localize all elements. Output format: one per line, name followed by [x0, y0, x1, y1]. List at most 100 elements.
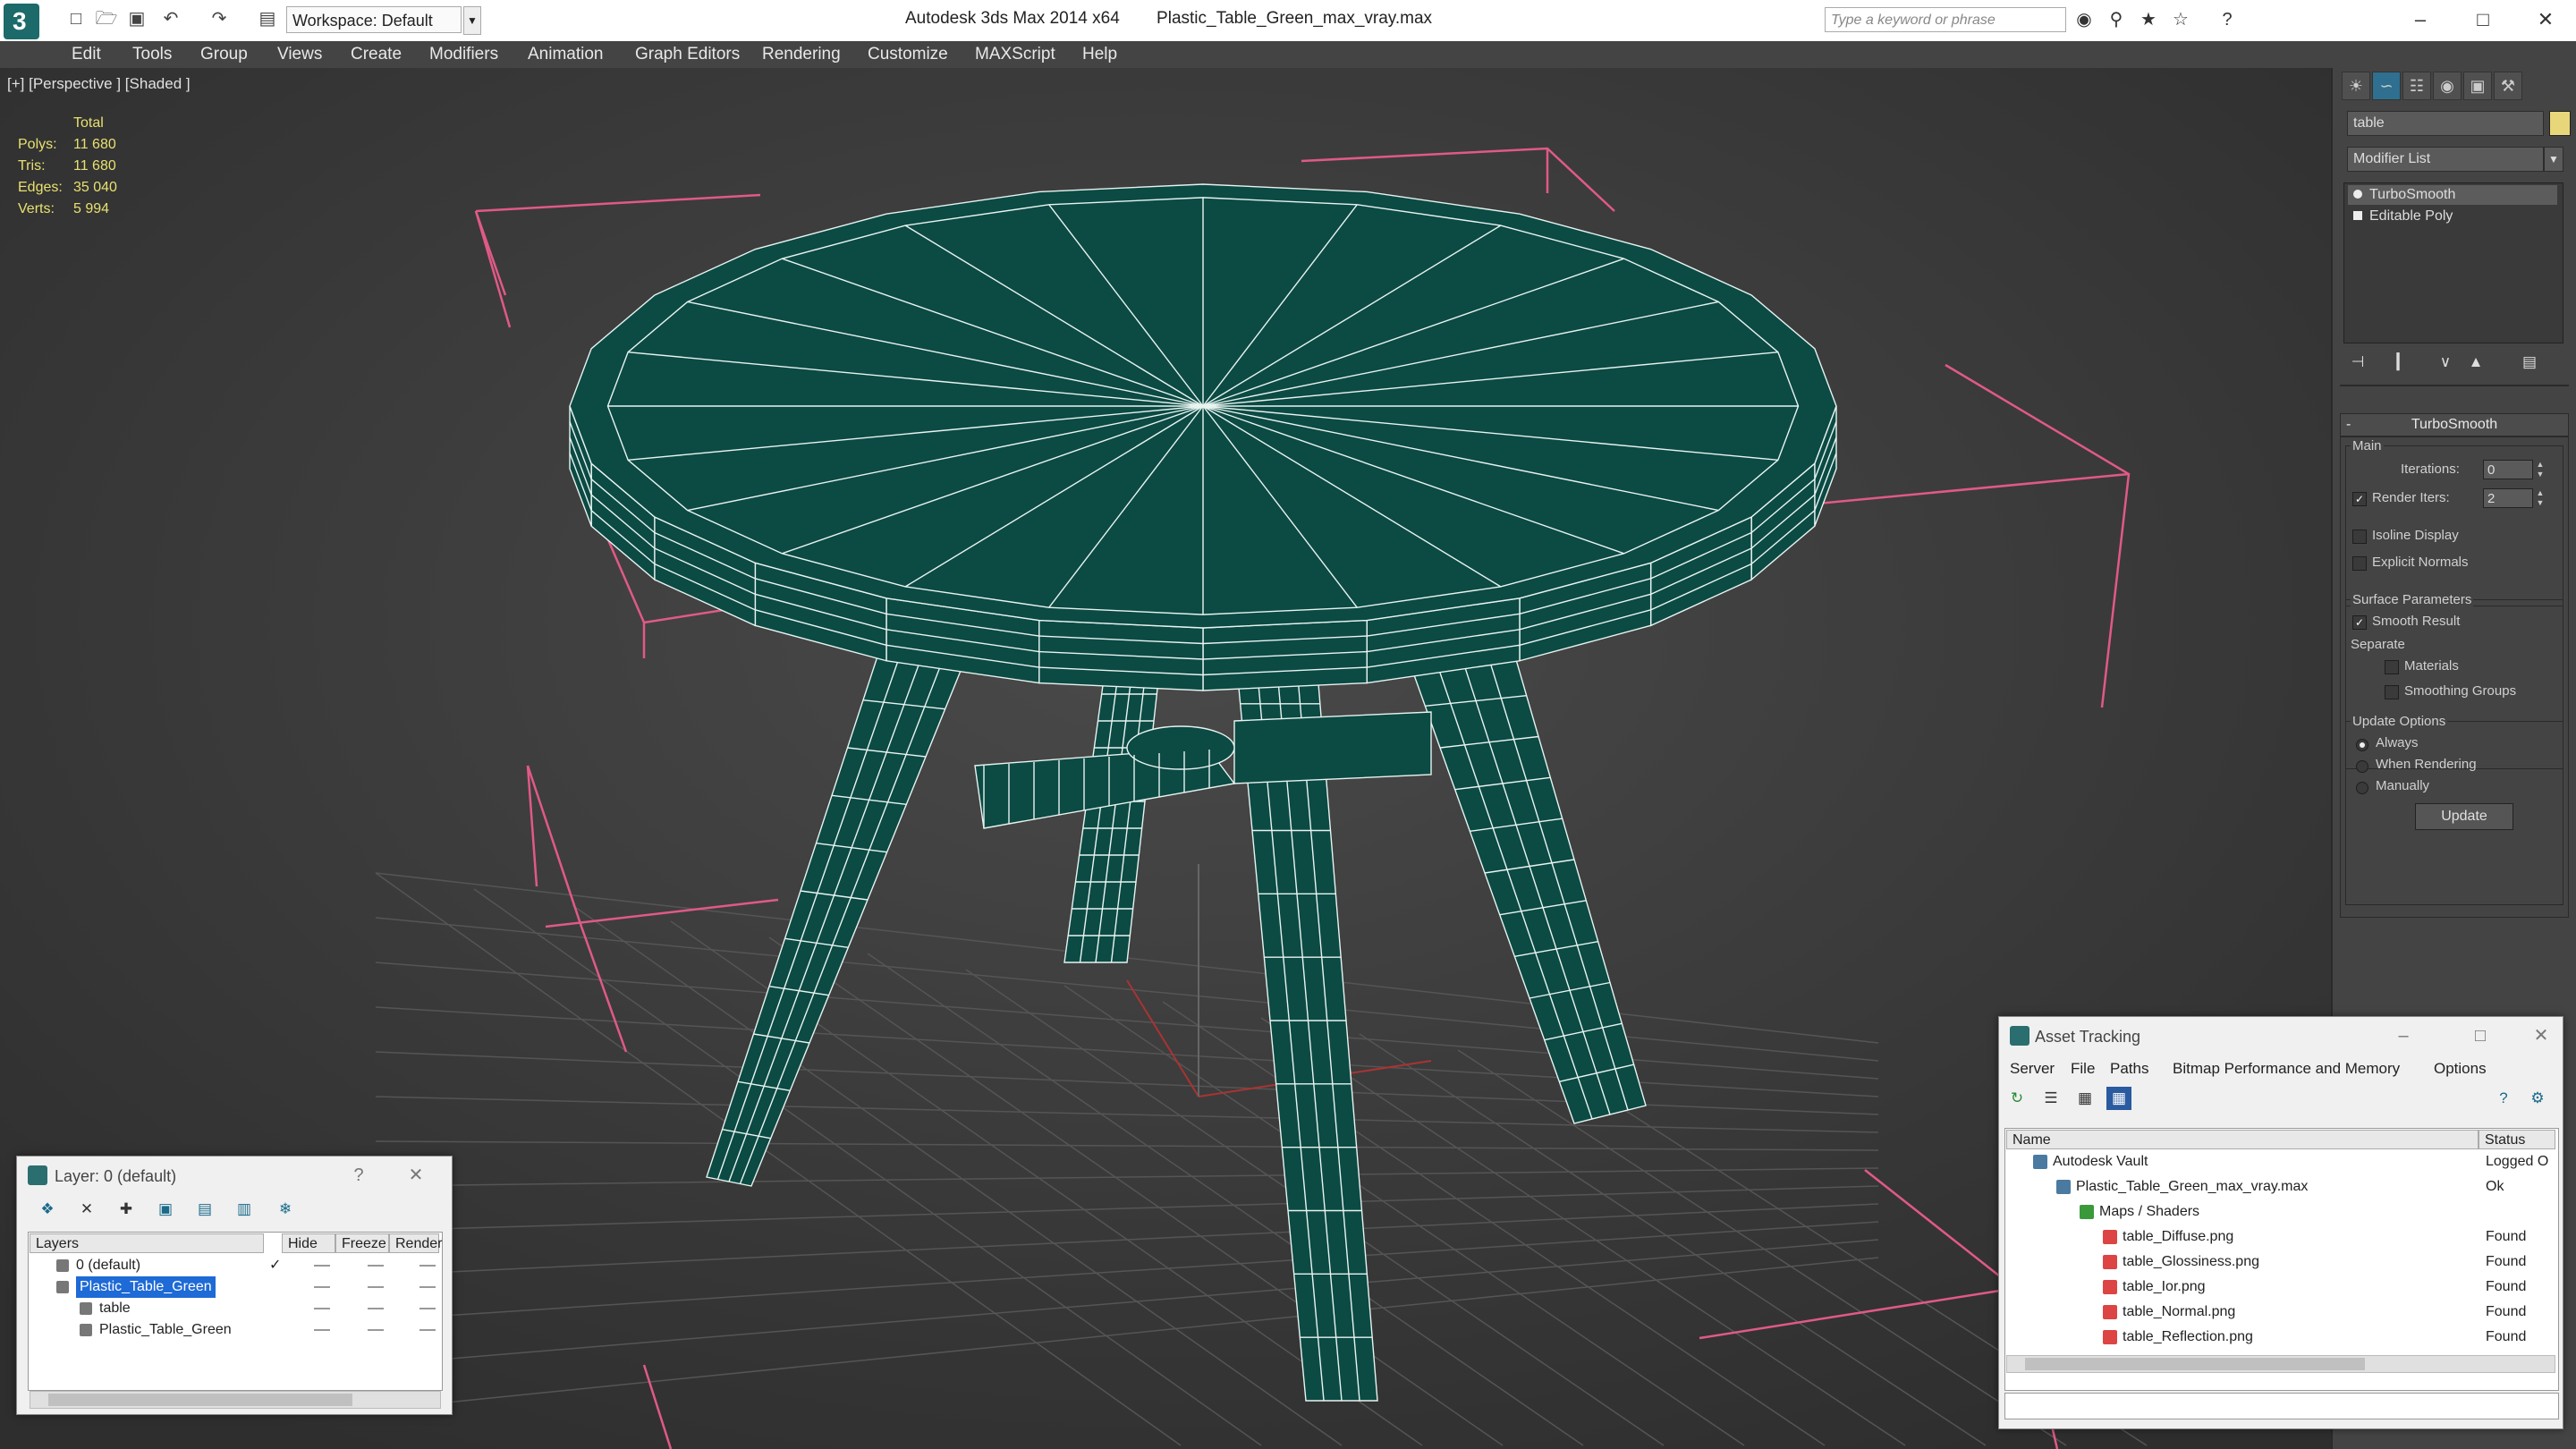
manually-radio[interactable] — [2356, 782, 2368, 794]
help-icon[interactable]: ? — [343, 1162, 375, 1189]
display-tab-icon[interactable]: ▣ — [2463, 72, 2492, 100]
smooth-result-checkbox[interactable]: ✓ — [2352, 615, 2367, 630]
freeze-toggle[interactable] — [368, 1308, 384, 1309]
col-hide[interactable]: Hide — [282, 1233, 335, 1253]
asset-row[interactable]: Maps / Shaders — [2006, 1199, 2555, 1224]
object-name-field[interactable]: table — [2347, 111, 2544, 136]
tree-view-icon[interactable]: ▦ — [2072, 1087, 2097, 1110]
menu-maxscript[interactable]: MAXScript — [975, 45, 1055, 64]
save-icon[interactable]: ▣ — [125, 7, 148, 30]
hide-toggle[interactable] — [314, 1286, 330, 1288]
menu-server[interactable]: Server — [2010, 1060, 2055, 1078]
add-to-layer-icon[interactable]: ✚ — [114, 1198, 139, 1221]
asset-row[interactable]: table_Reflection.png Found — [2006, 1325, 2555, 1350]
bulb-icon[interactable] — [2353, 190, 2362, 199]
close-button[interactable]: ✕ — [2525, 1022, 2557, 1049]
communication-icon[interactable]: ★ — [2136, 7, 2161, 32]
explicit-normals-checkbox[interactable] — [2352, 556, 2367, 571]
modifier-list-arrow-icon[interactable]: ▼ — [2544, 147, 2563, 172]
app-logo-icon[interactable] — [4, 4, 39, 39]
menu-file[interactable]: File — [2071, 1060, 2095, 1078]
render-toggle[interactable] — [419, 1265, 436, 1267]
scroll-thumb[interactable] — [48, 1394, 352, 1406]
col-name[interactable]: Name — [2006, 1130, 2479, 1149]
subscription-icon[interactable]: ⚲ — [2104, 7, 2129, 32]
menu-paths[interactable]: Paths — [2110, 1060, 2148, 1078]
list-view-icon[interactable]: ☰ — [2038, 1087, 2063, 1110]
col-freeze[interactable]: Freeze — [335, 1233, 389, 1253]
hide-toggle[interactable] — [314, 1329, 330, 1331]
refresh-icon[interactable]: ↻ — [2004, 1087, 2029, 1110]
maximize-button[interactable]: □ — [2464, 1022, 2496, 1049]
motion-tab-icon[interactable]: ◉ — [2433, 72, 2462, 100]
binoculars-icon[interactable]: ◉ — [2072, 7, 2097, 32]
freeze-toggle[interactable] — [368, 1286, 384, 1288]
help-icon[interactable]: ? — [2215, 7, 2240, 32]
freeze-toggle[interactable] — [368, 1265, 384, 1267]
utilities-tab-icon[interactable]: ⚒ — [2494, 72, 2522, 100]
render-toggle[interactable] — [419, 1286, 436, 1288]
undo-icon[interactable]: ↶ — [159, 7, 182, 30]
help-icon[interactable]: ? — [2491, 1087, 2516, 1110]
delete-layer-icon[interactable]: ✕ — [74, 1198, 99, 1221]
workspace-arrow-icon[interactable]: ▼ — [463, 6, 481, 35]
make-unique-icon[interactable]: ∨ — [2433, 351, 2458, 374]
menu-help[interactable]: Help — [1082, 45, 1117, 64]
menu-graph-editors[interactable]: Graph Editors — [635, 45, 740, 64]
menu-tools[interactable]: Tools — [132, 45, 172, 64]
asset-row[interactable]: table_Normal.png Found — [2006, 1300, 2555, 1325]
project-folder-icon[interactable]: ▤ — [256, 7, 279, 30]
workspace-dropdown[interactable]: Workspace: Default — [286, 6, 462, 33]
materials-checkbox[interactable] — [2385, 660, 2399, 674]
render-toggle[interactable] — [419, 1308, 436, 1309]
modify-tab-icon[interactable]: ∽ — [2372, 72, 2401, 100]
menu-bitmap-performance[interactable]: Bitmap Performance and Memory — [2173, 1060, 2400, 1078]
table-view-icon[interactable]: ▦ — [2106, 1087, 2131, 1110]
layer-horizontal-scrollbar[interactable] — [30, 1391, 441, 1409]
iterations-spinner[interactable]: 0 — [2483, 460, 2533, 479]
remove-modifier-icon[interactable]: ▲ — [2463, 351, 2488, 374]
close-icon[interactable]: ✕ — [400, 1162, 432, 1189]
render-iters-checkbox[interactable]: ✓ — [2352, 492, 2367, 506]
freeze-all-icon[interactable]: ❄ — [273, 1198, 298, 1221]
layer-row[interactable]: 0 (default) ✓ — [30, 1255, 441, 1276]
smoothing-groups-checkbox[interactable] — [2385, 685, 2399, 699]
menu-animation[interactable]: Animation — [528, 45, 604, 64]
menu-create[interactable]: Create — [351, 45, 402, 64]
modifier-list-dropdown[interactable]: Modifier List — [2347, 147, 2544, 172]
show-end-result-icon[interactable]: ▎ — [2390, 351, 2415, 374]
vault-settings-icon[interactable]: ⚙ — [2525, 1087, 2550, 1110]
menu-options[interactable]: Options — [2434, 1060, 2487, 1078]
freeze-toggle[interactable] — [368, 1329, 384, 1331]
viewport-label[interactable]: [+] [Perspective ] [Shaded ] — [7, 75, 191, 93]
open-file-icon[interactable]: 🗁 — [95, 7, 118, 30]
col-render[interactable]: Render — [389, 1233, 442, 1253]
object-color-swatch[interactable] — [2549, 111, 2571, 136]
hierarchy-tab-icon[interactable]: ☷ — [2402, 72, 2431, 100]
asset-row[interactable]: Plastic_Table_Green_max_vray.max Ok — [2006, 1174, 2555, 1199]
scroll-thumb[interactable] — [2025, 1358, 2365, 1370]
hide-toggle[interactable] — [314, 1308, 330, 1309]
select-objects-icon[interactable]: ▣ — [153, 1198, 178, 1221]
layer-row[interactable]: Plastic_Table_Green — [30, 1319, 441, 1341]
minimize-button[interactable]: – — [2394, 2, 2447, 38]
stack-item-editable-poly[interactable]: Editable Poly — [2348, 207, 2557, 226]
create-tab-icon[interactable]: ☀ — [2342, 72, 2370, 100]
asset-horizontal-scrollbar[interactable] — [2006, 1355, 2555, 1373]
menu-views[interactable]: Views — [277, 45, 322, 64]
when-rendering-radio[interactable] — [2356, 760, 2368, 773]
menu-modifiers[interactable]: Modifiers — [429, 45, 498, 64]
spinner-arrows-icon[interactable]: ▲ ▼ — [2535, 488, 2546, 508]
menu-rendering[interactable]: Rendering — [762, 45, 841, 64]
menu-customize[interactable]: Customize — [868, 45, 948, 64]
col-status[interactable]: Status — [2479, 1130, 2555, 1149]
stack-item-turbosmooth[interactable]: TurboSmooth — [2348, 185, 2557, 205]
menu-group[interactable]: Group — [200, 45, 248, 64]
asset-row[interactable]: table_Glossiness.png Found — [2006, 1250, 2555, 1275]
isoline-display-checkbox[interactable] — [2352, 530, 2367, 544]
create-layer-icon[interactable]: ❖ — [35, 1198, 60, 1221]
layer-row[interactable]: table — [30, 1298, 441, 1319]
favorites-icon[interactable]: ☆ — [2168, 7, 2193, 32]
redo-icon[interactable]: ↷ — [208, 7, 231, 30]
highlight-layer-icon[interactable]: ▤ — [192, 1198, 217, 1221]
